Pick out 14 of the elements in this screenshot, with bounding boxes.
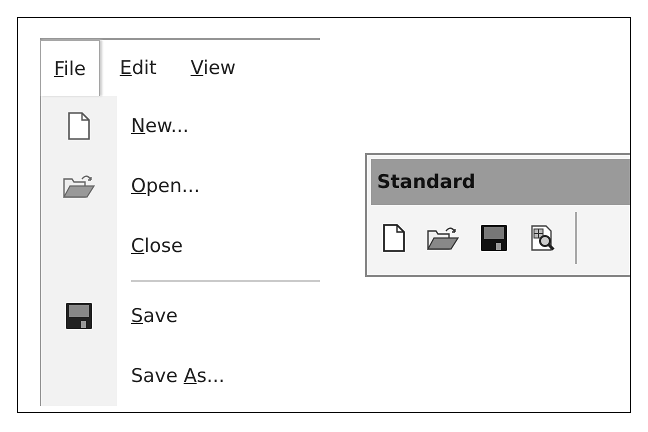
menu-tab[interactable]: File: [40, 40, 100, 96]
folder-icon: [427, 225, 459, 251]
menu-item[interactable]: Save As...: [131, 365, 225, 387]
menu-item[interactable]: Close: [131, 235, 183, 257]
menu-item[interactable]: Open...: [131, 175, 200, 197]
print-preview-icon: [529, 224, 557, 252]
menu-item[interactable]: New...: [131, 115, 189, 137]
menu-item[interactable]: Save: [131, 305, 178, 327]
document-icon: [383, 224, 405, 252]
toolbar-title: Standard: [371, 159, 630, 205]
menu-tab[interactable]: Edit: [106, 40, 171, 96]
folder-icon: [63, 173, 95, 199]
document-icon: [68, 112, 90, 140]
menu-tab[interactable]: View: [176, 40, 250, 96]
